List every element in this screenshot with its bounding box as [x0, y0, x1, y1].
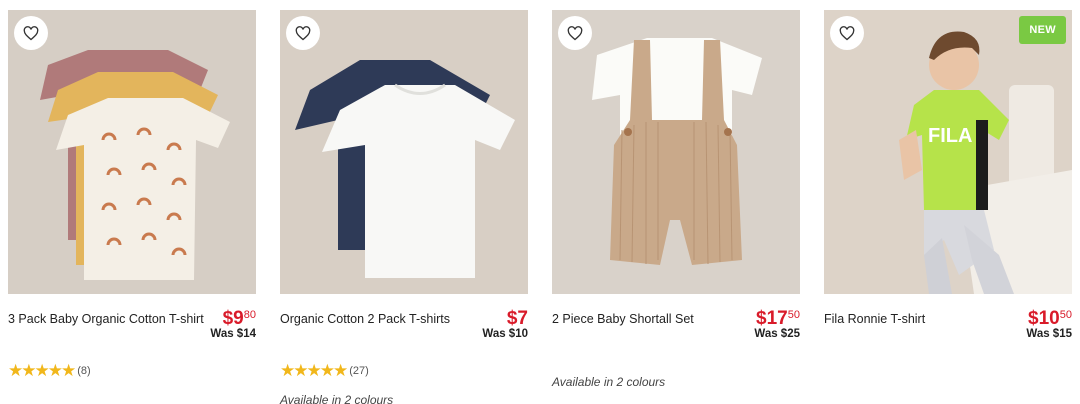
product-name[interactable]: Organic Cotton 2 Pack T-shirts — [280, 310, 450, 341]
product-image[interactable] — [8, 10, 256, 294]
star-icon: ★ — [333, 361, 349, 380]
price-cents: 50 — [787, 309, 800, 321]
price-cents: 50 — [1059, 309, 1072, 321]
product-info: 2 Piece Baby Shortall Set $1750 Was $25 — [552, 308, 800, 341]
product-image[interactable]: FILA NEW — [824, 10, 1072, 294]
product-photo — [8, 10, 256, 294]
product-name[interactable]: Fila Ronnie T-shirt — [824, 310, 925, 341]
product-grid: 3 Pack Baby Organic Cotton T-shirt $980 … — [8, 10, 1072, 404]
fila-logo: FILA — [928, 125, 972, 147]
star-icon: ★ — [61, 361, 77, 380]
current-price: $1050 — [1028, 308, 1072, 329]
heart-outline-icon — [295, 25, 311, 40]
review-count: (8) — [77, 364, 91, 377]
was-price: Was $15 — [1026, 328, 1072, 340]
current-price: $980 — [222, 308, 256, 329]
wishlist-button[interactable] — [830, 16, 864, 50]
current-price: $7 — [506, 308, 528, 329]
product-name[interactable]: 2 Piece Baby Shortall Set — [552, 310, 694, 341]
product-info: 3 Pack Baby Organic Cotton T-shirt $980 … — [8, 308, 256, 341]
star-rating: ★ ★ ★ ★ ★ — [8, 361, 77, 380]
was-price: Was $14 — [210, 328, 256, 340]
heart-outline-icon — [839, 25, 855, 40]
price-block: $7 Was $10 — [482, 308, 528, 341]
was-price: Was $25 — [754, 328, 800, 340]
current-price: $1750 — [756, 308, 800, 329]
wishlist-button[interactable] — [558, 16, 592, 50]
product-image[interactable] — [552, 10, 800, 294]
wishlist-button[interactable] — [14, 16, 48, 50]
price-block: $980 Was $14 — [210, 308, 256, 341]
product-card[interactable]: 3 Pack Baby Organic Cotton T-shirt $980 … — [8, 10, 256, 404]
product-image[interactable] — [280, 10, 528, 294]
product-photo — [280, 10, 528, 294]
product-info: Organic Cotton 2 Pack T-shirts $7 Was $1… — [280, 308, 528, 341]
heart-outline-icon — [567, 25, 583, 40]
product-name[interactable]: 3 Pack Baby Organic Cotton T-shirt — [8, 310, 204, 341]
star-rating: ★ ★ ★ ★ ★ — [280, 361, 349, 380]
product-photo — [552, 10, 800, 294]
colour-availability: Available in 2 colours — [552, 375, 666, 389]
price-block: $1750 Was $25 — [754, 308, 800, 341]
heart-outline-icon — [23, 25, 39, 40]
new-badge: NEW — [1019, 16, 1066, 44]
product-info: Fila Ronnie T-shirt $1050 Was $15 — [824, 308, 1072, 341]
wishlist-button[interactable] — [286, 16, 320, 50]
price-cents: 80 — [243, 309, 256, 321]
product-photo: FILA — [824, 10, 1072, 294]
product-card[interactable]: FILA NEW Fila Ronnie T-shirt $1050 Was $… — [824, 10, 1072, 404]
product-card[interactable]: Organic Cotton 2 Pack T-shirts $7 Was $1… — [280, 10, 528, 404]
was-price: Was $10 — [482, 328, 528, 340]
product-card[interactable]: 2 Piece Baby Shortall Set $1750 Was $25 … — [552, 10, 800, 404]
review-count: (27) — [349, 364, 369, 377]
product-rating[interactable]: ★ ★ ★ ★ ★ (8) — [8, 362, 256, 379]
price-block: $1050 Was $15 — [1026, 308, 1072, 341]
colour-availability: Available in 2 colours — [280, 393, 394, 404]
product-rating[interactable]: ★ ★ ★ ★ ★ (27) — [280, 362, 528, 379]
